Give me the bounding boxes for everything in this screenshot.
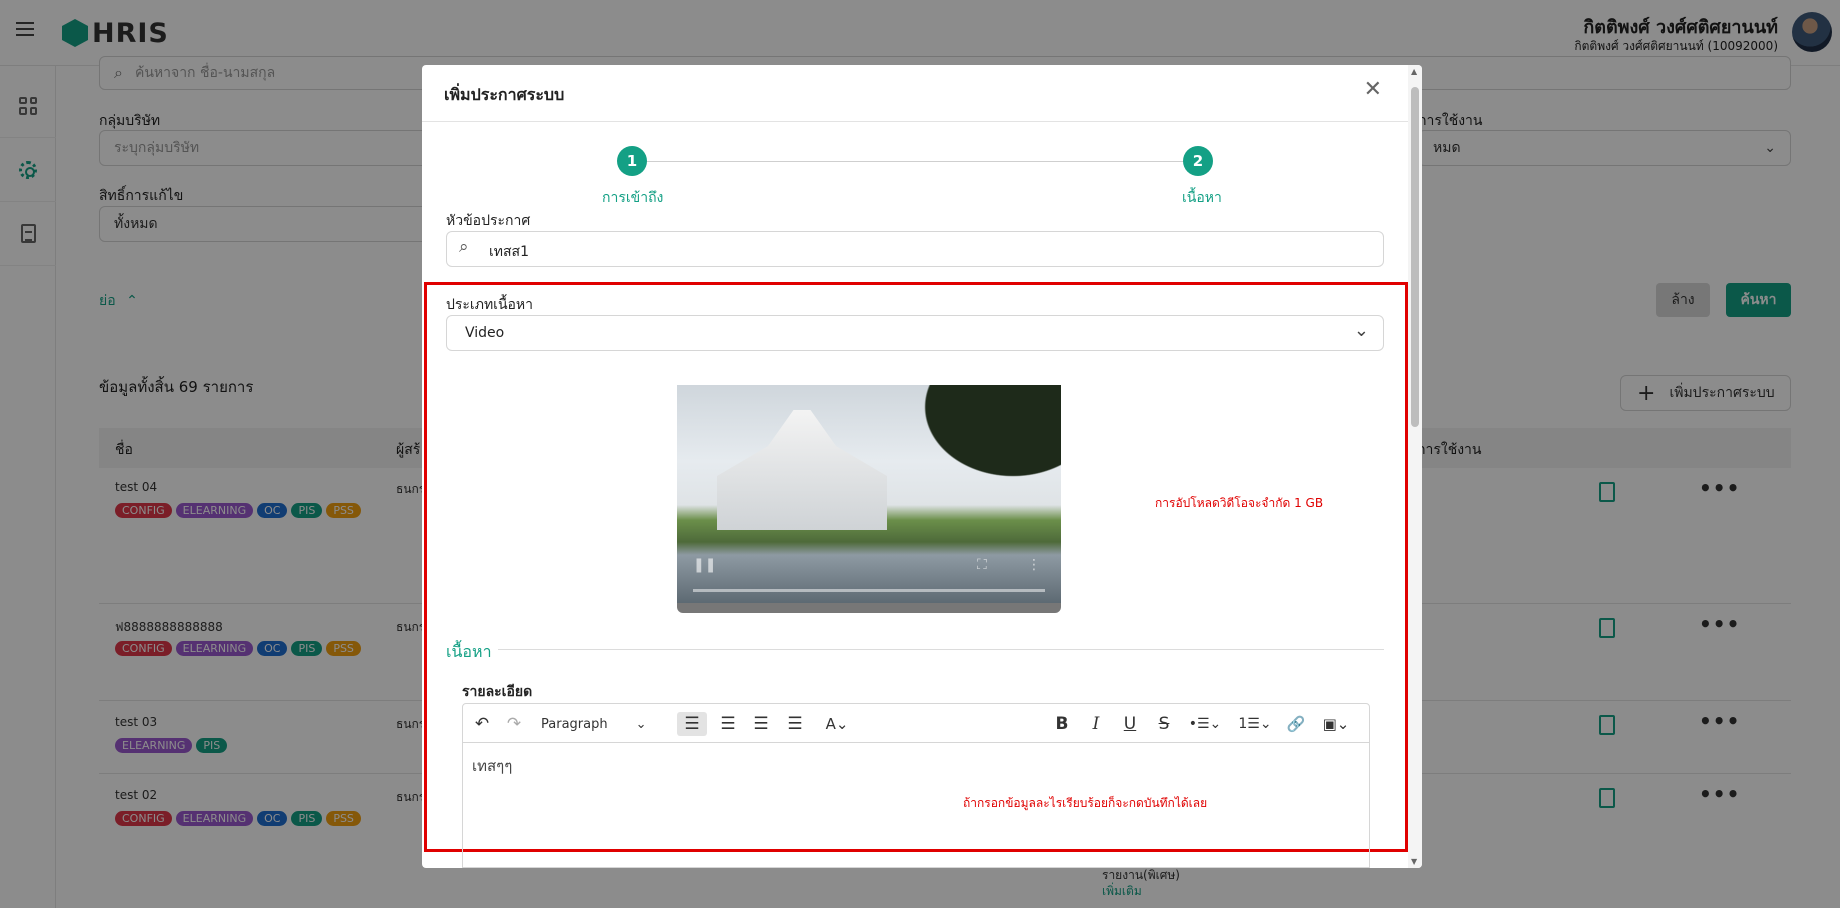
scroll-down-icon[interactable]: ▼ — [1411, 857, 1417, 866]
step-2-circle[interactable]: 2 — [1183, 146, 1213, 176]
step-1-label: การเข้าถึง — [602, 190, 664, 206]
bold-icon[interactable]: B — [1051, 712, 1073, 736]
align-center-icon[interactable]: ☰ — [748, 712, 774, 736]
underline-icon[interactable]: U — [1119, 712, 1141, 736]
link-icon[interactable]: 🔗 — [1285, 712, 1307, 736]
video-thumbnail — [677, 385, 1061, 603]
search-icon: ⌕ — [459, 237, 469, 257]
align-left-icon[interactable]: ☰ — [677, 712, 707, 736]
section-title: เนื้อหา — [446, 642, 492, 661]
content-type-value: Video — [465, 325, 505, 341]
paragraph-select[interactable]: Paragraph ⌄ — [541, 712, 661, 736]
redo-icon[interactable]: ↷ — [503, 712, 525, 736]
pause-icon[interactable]: ❚❚ — [693, 557, 716, 573]
chevron-down-icon: ⌄ — [1353, 320, 1369, 341]
detail-label: รายละเอียด — [462, 684, 533, 700]
more-vertical-icon[interactable]: ⋮ — [1027, 557, 1041, 573]
step-2-label: เนื้อหา — [1182, 190, 1222, 206]
video-player[interactable]: ❚❚ ⛶ ⋮ — [677, 385, 1061, 613]
close-icon[interactable]: ✕ — [1364, 77, 1382, 102]
topic-value: เทสส1 — [489, 244, 530, 260]
content-type-label: ประเภทเนื้อหา — [446, 297, 534, 313]
strikethrough-icon[interactable]: S — [1153, 712, 1175, 736]
scroll-up-icon[interactable]: ▲ — [1411, 67, 1417, 76]
undo-icon[interactable]: ↶ — [471, 712, 493, 736]
upload-limit-note: การอัปโหลดวิดีโอจะจำกัด 1 GB — [1155, 496, 1324, 510]
editor-note: ถ้ากรอกข้อมูลละไรเรียบร้อยก็จะกดบันทึกได… — [963, 796, 1208, 810]
image-icon[interactable]: ▣⌄ — [1315, 712, 1357, 736]
scrollbar-thumb[interactable] — [1411, 87, 1419, 427]
font-color-icon[interactable]: A⌄ — [817, 712, 857, 736]
numbered-list-icon[interactable]: 1☰⌄ — [1235, 712, 1275, 736]
add-announcement-modal: เพิ่มประกาศระบบ ✕ 1 การเข้าถึง 2 เนื้อหา… — [422, 65, 1422, 868]
topic-label: หัวข้อประกาศ — [446, 213, 531, 229]
fullscreen-icon[interactable]: ⛶ — [977, 557, 987, 573]
bullet-list-icon[interactable]: •☰⌄ — [1185, 712, 1225, 736]
topic-input[interactable]: ⌕ เทสส1 — [446, 231, 1384, 267]
chevron-down-icon: ⌄ — [635, 716, 647, 732]
editor-toolbar: ↶ ↷ Paragraph ⌄ ☰ ☰ ☰ ☰ A⌄ B I U S •☰⌄ 1… — [462, 703, 1370, 743]
video-progress-bar[interactable] — [693, 589, 1045, 592]
align-justify-icon[interactable]: ☰ — [782, 712, 808, 736]
modal-title: เพิ่มประกาศระบบ — [444, 85, 565, 104]
align-right-icon[interactable]: ☰ — [715, 712, 741, 736]
editor-content: เทสๆๆ — [472, 757, 513, 775]
content-type-select[interactable]: Video ⌄ — [446, 315, 1384, 351]
modal-scrollbar[interactable]: ▲ ▼ — [1408, 65, 1422, 868]
paragraph-select-label: Paragraph — [541, 716, 608, 732]
step-1-circle[interactable]: 1 — [617, 146, 647, 176]
italic-icon[interactable]: I — [1085, 712, 1107, 736]
rich-text-editor[interactable]: เทสๆๆ ถ้ากรอกข้อมูลละไรเรียบร้อยก็จะกดบั… — [462, 742, 1370, 868]
